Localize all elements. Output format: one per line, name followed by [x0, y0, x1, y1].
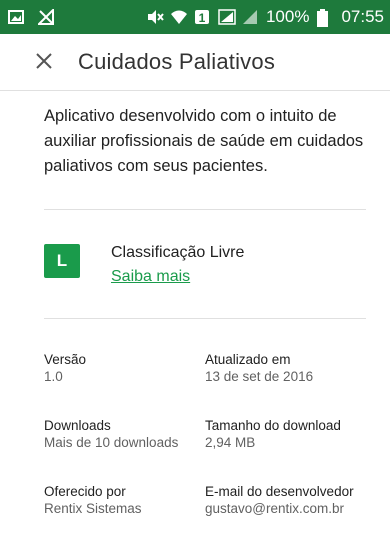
developer-email-label: E-mail do desenvolvedor — [205, 484, 354, 499]
signal-icon — [242, 9, 258, 25]
content-rating-title: Classificação Livre — [111, 244, 245, 261]
version-label: Versão — [44, 352, 87, 367]
download-size-label: Tamanho do download — [205, 418, 341, 433]
page-title: Cuidados Paliativos — [78, 49, 276, 74]
developer-email-value[interactable]: gustavo@rentix.com.br — [205, 501, 344, 516]
updated-label: Atualizado em — [205, 352, 291, 367]
close-icon[interactable] — [30, 47, 58, 75]
status-time: 07:55 — [341, 7, 384, 26]
offered-by-value: Rentix Sistemas — [44, 501, 142, 516]
wifi-icon — [170, 9, 187, 25]
status-bar: 1 100% 07:55 — [0, 0, 390, 34]
updated-value: 13 de set de 2016 — [205, 369, 314, 384]
offered-by-label: Oferecido por — [44, 484, 126, 499]
sim-1-icon: 1 — [194, 9, 210, 25]
downloads-value: Mais de 10 downloads — [44, 435, 179, 450]
downloads-label: Downloads — [44, 418, 111, 433]
app-bar: Cuidados Paliativos — [0, 34, 390, 91]
divider — [44, 318, 366, 319]
version-value: 1.0 — [44, 369, 63, 384]
divider — [44, 209, 366, 210]
mute-icon — [146, 9, 164, 25]
download-size-value: 2,94 MB — [205, 435, 256, 450]
image-notification-icon — [8, 9, 24, 25]
svg-text:1: 1 — [199, 11, 206, 25]
battery-percent: 100% — [265, 7, 310, 26]
signal-off-icon — [36, 7, 54, 25]
signal-icon — [218, 9, 236, 25]
app-description: Aplicativo desenvolvido com o intuito de… — [44, 107, 364, 175]
battery-icon — [317, 9, 333, 27]
content-rating-badge: L — [44, 244, 80, 278]
learn-more-link[interactable]: Saiba mais — [111, 268, 190, 286]
